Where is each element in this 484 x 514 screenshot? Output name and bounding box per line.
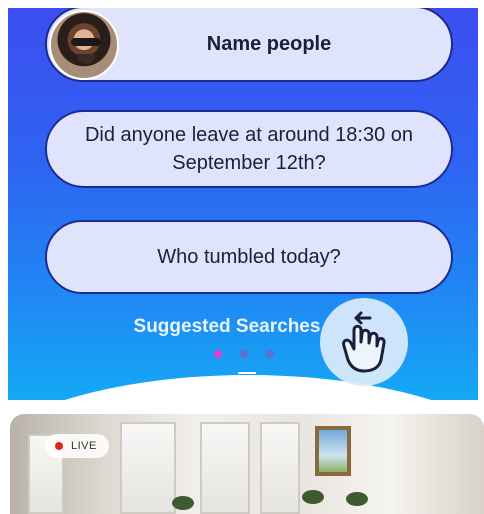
top-strip <box>0 0 484 8</box>
pagination-dot-active[interactable] <box>214 350 222 358</box>
suggestion-label: Did anyone leave at around 18:30 on Sept… <box>84 124 414 174</box>
avatar <box>49 10 119 80</box>
suggestion-label: Who tumbled today? <box>157 245 341 268</box>
pagination-dot[interactable] <box>266 350 274 358</box>
suggestion-label: Name people <box>206 32 332 55</box>
plant-shape <box>302 490 324 504</box>
live-label: LIVE <box>71 440 97 452</box>
live-badge: LIVE <box>45 434 109 458</box>
avatar-shades <box>71 38 101 46</box>
recording-dot-icon <box>55 442 63 450</box>
window-shape <box>260 422 300 514</box>
plant-shape <box>346 492 368 506</box>
window-shape <box>200 422 250 514</box>
window-shape <box>120 422 176 514</box>
avatar-beard <box>77 54 95 64</box>
pagination-dot[interactable] <box>240 350 248 358</box>
hand-gesture-svg <box>342 311 386 373</box>
suggestion-who-tumbled[interactable]: Who tumbled today? <box>45 220 453 294</box>
suggestion-left-at-time[interactable]: Did anyone leave at around 18:30 on Sept… <box>45 110 453 188</box>
swipe-left-hand-icon <box>320 298 408 386</box>
suggestion-name-people[interactable]: Name people <box>45 6 453 82</box>
camera-preview[interactable] <box>10 414 484 514</box>
pagination-dots <box>214 350 274 358</box>
plant-shape <box>172 496 194 510</box>
suggested-searches-label: Suggested Searches <box>133 316 321 337</box>
drag-handle-icon[interactable] <box>238 372 256 384</box>
wall-picture <box>315 426 351 476</box>
